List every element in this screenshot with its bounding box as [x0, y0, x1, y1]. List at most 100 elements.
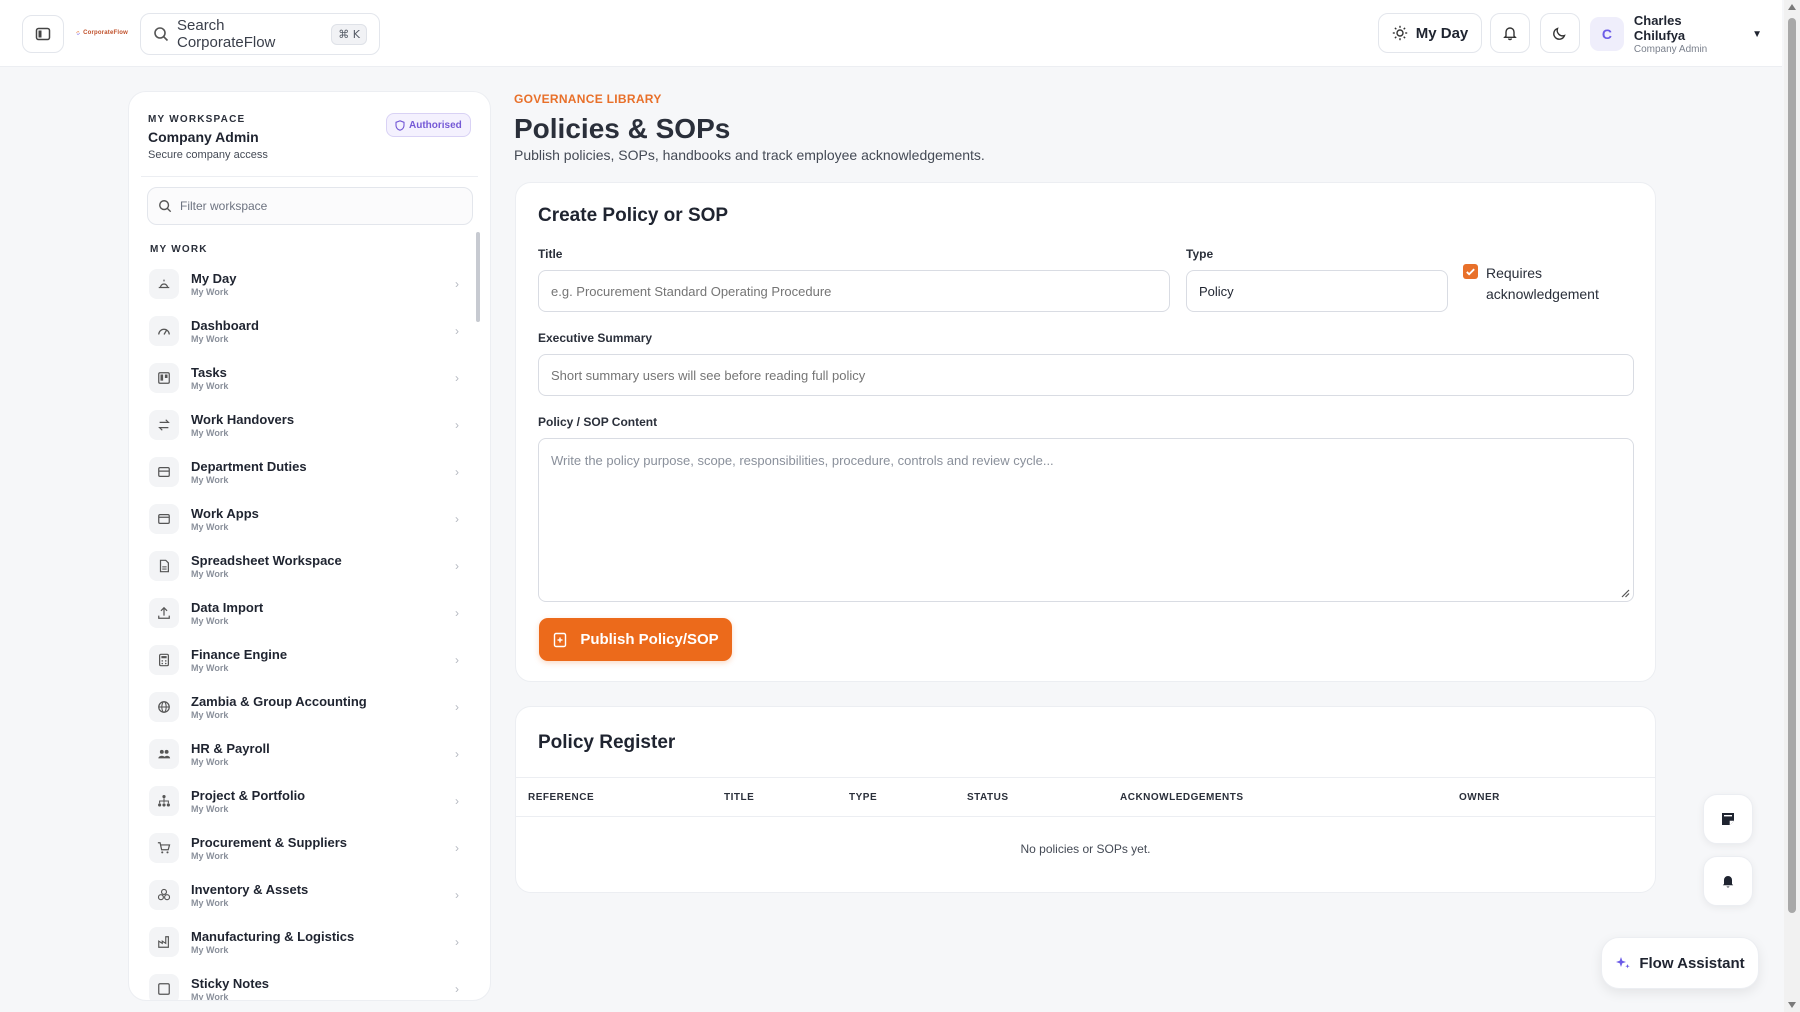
acknowledgement-label: Requires acknowledgement	[1486, 265, 1599, 302]
sidebar-item-inventory-assets[interactable]: Inventory & Assets My Work ›	[141, 871, 467, 918]
sidebar-item-label: Spreadsheet Workspace	[191, 552, 342, 568]
sidebar-item-my-day[interactable]: My Day My Work ›	[141, 260, 467, 307]
sidebar-item-hr-payroll[interactable]: HR & Payroll My Work ›	[141, 730, 467, 777]
resize-handle-icon[interactable]	[1620, 588, 1630, 598]
theme-toggle-button[interactable]	[1540, 13, 1580, 53]
scroll-down-icon[interactable]	[1788, 1002, 1796, 1008]
sidebar-item-sub: My Work	[191, 568, 229, 579]
flow-assistant-button[interactable]: Flow Assistant	[1601, 937, 1759, 989]
requires-acknowledgement[interactable]: Requires acknowledgement	[1463, 263, 1616, 305]
notifications-button[interactable]	[1490, 13, 1530, 53]
top-bar: CorporateFlow Search CorporateFlow ⌘ K M…	[0, 0, 1782, 67]
sidebar-item-sub: My Work	[191, 286, 229, 297]
column-header-owner[interactable]: OWNER	[1459, 792, 1500, 803]
sidebar-item-sub: My Work	[191, 333, 229, 344]
sidebar: MY WORKSPACE Company Admin Secure compan…	[128, 91, 491, 1001]
moon-icon	[1553, 27, 1566, 40]
filter-workspace-input[interactable]	[180, 199, 462, 213]
sidebar-item-tasks[interactable]: Tasks My Work ›	[141, 354, 467, 401]
sidebar-item-sub: My Work	[191, 991, 229, 1001]
sun-icon	[1392, 25, 1407, 41]
file-plus-icon	[554, 632, 567, 647]
chevron-right-icon: ›	[455, 652, 459, 667]
sidebar-item-manufacturing-logistics[interactable]: Manufacturing & Logistics My Work ›	[141, 918, 467, 965]
column-header-title[interactable]: TITLE	[724, 792, 754, 803]
chevron-right-icon: ›	[455, 746, 459, 761]
sidebar-item-label: Data Import	[191, 599, 264, 615]
column-header-acknowledgements[interactable]: ACKNOWLEDGEMENTS	[1120, 792, 1244, 803]
page-eyebrow: GOVERNANCE LIBRARY	[514, 92, 662, 106]
logo-mark-icon	[76, 31, 80, 35]
shield-icon	[395, 119, 405, 131]
sidebar-item-work-apps[interactable]: Work Apps My Work ›	[141, 495, 467, 542]
column-header-type[interactable]: TYPE	[849, 792, 877, 803]
chevron-right-icon: ›	[455, 840, 459, 855]
content-placeholder: Write the policy purpose, scope, respons…	[551, 453, 1054, 468]
sidebar-toggle-button[interactable]	[22, 15, 64, 53]
notifications-float-button[interactable]	[1703, 856, 1753, 906]
kanban-icon	[149, 362, 179, 393]
register-table-header: REFERENCE TITLE TYPE STATUS ACKNOWLEDGEM…	[516, 777, 1655, 817]
factory-icon	[149, 926, 179, 957]
sidebar-item-label: My Day	[191, 270, 237, 286]
filter-workspace[interactable]	[147, 187, 473, 225]
create-policy-title: Create Policy or SOP	[538, 205, 729, 226]
page-subtitle: Publish policies, SOPs, handbooks and tr…	[514, 147, 985, 163]
note-icon	[149, 973, 179, 1000]
summary-input[interactable]	[538, 354, 1634, 396]
page-scrollbar[interactable]	[1784, 0, 1800, 1012]
sidebar-item-sub: My Work	[191, 474, 229, 485]
sticky-note-float-button[interactable]	[1703, 794, 1753, 844]
sidebar-item-sub: My Work	[191, 709, 229, 720]
sidebar-item-finance-engine[interactable]: Finance Engine My Work ›	[141, 636, 467, 683]
sidebar-scrollbar[interactable]	[476, 232, 480, 322]
column-header-reference[interactable]: REFERENCE	[528, 792, 594, 803]
type-select-value: Policy	[1199, 283, 1234, 299]
user-menu[interactable]: C Charles Chilufya Company Admin ▼	[1590, 12, 1762, 56]
workspace-name: Company Admin	[148, 129, 259, 145]
sidebar-item-label: Department Duties	[191, 458, 307, 474]
sparkles-icon	[1616, 957, 1631, 969]
policy-register-title: Policy Register	[538, 732, 676, 753]
logo[interactable]: CorporateFlow	[76, 22, 128, 44]
type-select[interactable]: Policy	[1186, 270, 1448, 312]
sidebar-item-procurement-suppliers[interactable]: Procurement & Suppliers My Work ›	[141, 824, 467, 871]
content-label: Policy / SOP Content	[538, 415, 658, 429]
chevron-right-icon: ›	[455, 276, 459, 291]
bell-icon	[1503, 27, 1517, 41]
sidebar-item-work-handovers[interactable]: Work Handovers My Work ›	[141, 401, 467, 448]
workspace-subtitle: Secure company access	[148, 149, 268, 161]
chevron-right-icon: ›	[455, 605, 459, 620]
sidebar-nav: My Day My Work › Dashboard My Work › Tasks…	[141, 260, 467, 1001]
sidebar-item-sticky-notes[interactable]: Sticky Notes My Work ›	[141, 965, 467, 1001]
sidebar-item-spreadsheet-workspace[interactable]: Spreadsheet Workspace My Work ›	[141, 542, 467, 589]
create-policy-card: Create Policy or SOP Title Type Policy R…	[515, 182, 1656, 682]
scrollbar-thumb[interactable]	[1788, 18, 1796, 913]
my-day-button[interactable]: My Day	[1378, 13, 1482, 53]
sidebar-item-sub: My Work	[191, 756, 229, 767]
content-textarea[interactable]: Write the policy purpose, scope, respons…	[538, 438, 1634, 602]
boxes-icon	[149, 879, 179, 910]
acknowledgement-checkbox[interactable]	[1463, 264, 1478, 279]
scroll-up-icon[interactable]	[1788, 4, 1796, 10]
sidebar-item-dashboard[interactable]: Dashboard My Work ›	[141, 307, 467, 354]
title-input[interactable]	[538, 270, 1170, 312]
register-empty-state: No policies or SOPs yet.	[1020, 842, 1151, 856]
sidebar-item-project-portfolio[interactable]: Project & Portfolio My Work ›	[141, 777, 467, 824]
user-role: Company Admin	[1633, 44, 1708, 55]
sidebar-item-label: Project & Portfolio	[191, 787, 306, 803]
sidebar-item-zambia-group-accounting[interactable]: Zambia & Group Accounting My Work ›	[141, 683, 467, 730]
sidebar-item-data-import[interactable]: Data Import My Work ›	[141, 589, 467, 636]
cart-icon	[149, 832, 179, 863]
sidebar-item-sub: My Work	[191, 521, 229, 532]
user-name: Charles Chilufya	[1633, 13, 1686, 43]
sidebar-item-label: Manufacturing & Logistics	[191, 928, 355, 944]
summary-label: Executive Summary	[538, 331, 653, 345]
sidebar-item-department-duties[interactable]: Department Duties My Work ›	[141, 448, 467, 495]
publish-policy-button[interactable]: Publish Policy/SOP	[539, 618, 732, 661]
sidebar-item-sub: My Work	[191, 803, 229, 814]
chevron-right-icon: ›	[455, 934, 459, 949]
column-header-status[interactable]: STATUS	[967, 792, 1009, 803]
sidebar-item-sub: My Work	[191, 850, 229, 861]
global-search[interactable]: Search CorporateFlow ⌘ K	[140, 13, 380, 55]
